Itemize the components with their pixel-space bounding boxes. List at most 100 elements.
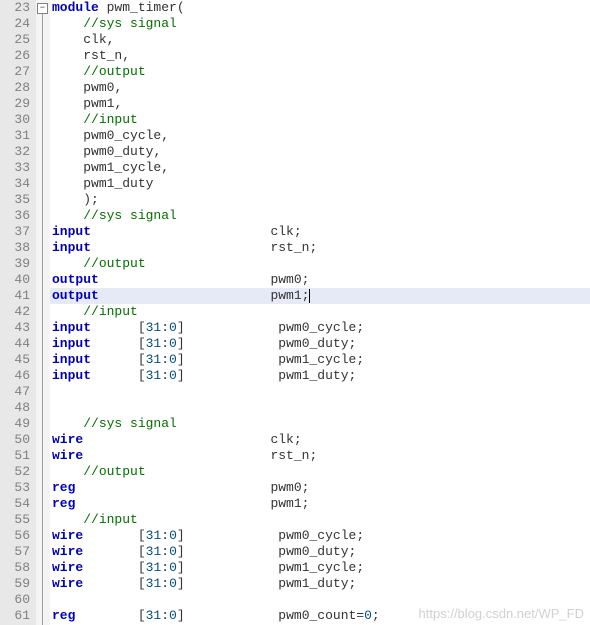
- token-id: rst_n: [83, 48, 122, 63]
- line-number: 39: [4, 256, 30, 272]
- code-line[interactable]: wire [31:0] pwm1_duty;: [50, 576, 590, 592]
- fold-minus-icon[interactable]: −: [37, 3, 48, 14]
- token-pn: (: [177, 0, 185, 15]
- code-line[interactable]: [50, 400, 590, 416]
- token-pn: ]: [177, 560, 185, 575]
- code-line[interactable]: pwm1_cycle,: [50, 160, 590, 176]
- code-line[interactable]: pwm0_duty,: [50, 144, 590, 160]
- line-number: 44: [4, 336, 30, 352]
- code-line[interactable]: input [31:0] pwm1_duty;: [50, 368, 590, 384]
- token-pn: ;: [302, 288, 310, 303]
- token-kw: wire: [52, 432, 83, 447]
- token-pn: [52, 16, 83, 31]
- line-number: 60: [4, 592, 30, 608]
- token-id: pwm0_cycle: [185, 528, 357, 543]
- code-line[interactable]: reg pwm0;: [50, 480, 590, 496]
- code-line[interactable]: //sys signal: [50, 416, 590, 432]
- token-br: 31: [146, 368, 162, 383]
- token-pn: [52, 176, 83, 191]
- token-pn: ]: [177, 336, 185, 351]
- code-line[interactable]: input [31:0] pwm1_cycle;: [50, 352, 590, 368]
- token-cm: //sys signal: [83, 208, 177, 223]
- code-line[interactable]: wire [31:0] pwm1_cycle;: [50, 560, 590, 576]
- token-kw: reg: [52, 496, 75, 511]
- fold-column[interactable]: −: [36, 0, 50, 625]
- line-number: 29: [4, 96, 30, 112]
- line-number: 45: [4, 352, 30, 368]
- line-number: 61: [4, 608, 30, 624]
- code-editor[interactable]: 2324252627282930313233343536373839404142…: [0, 0, 590, 625]
- code-line[interactable]: [50, 384, 590, 400]
- code-line[interactable]: pwm0,: [50, 80, 590, 96]
- token-pn: :: [161, 544, 169, 559]
- line-number: 24: [4, 16, 30, 32]
- code-line[interactable]: //sys signal: [50, 16, 590, 32]
- code-area[interactable]: module pwm_timer( //sys signal clk, rst_…: [50, 0, 590, 625]
- code-line[interactable]: rst_n,: [50, 48, 590, 64]
- code-line[interactable]: wire rst_n;: [50, 448, 590, 464]
- token-cm: //input: [83, 112, 138, 127]
- line-number: 59: [4, 576, 30, 592]
- line-number: 35: [4, 192, 30, 208]
- token-kw: input: [52, 368, 91, 383]
- token-kw: wire: [52, 528, 83, 543]
- code-line[interactable]: clk,: [50, 32, 590, 48]
- code-line[interactable]: output pwm0;: [50, 272, 590, 288]
- code-line[interactable]: [50, 592, 590, 608]
- code-line[interactable]: wire [31:0] pwm0_duty;: [50, 544, 590, 560]
- code-line[interactable]: input [31:0] pwm0_duty;: [50, 336, 590, 352]
- line-number: 40: [4, 272, 30, 288]
- code-line[interactable]: //output: [50, 256, 590, 272]
- code-line[interactable]: wire [31:0] pwm0_cycle;: [50, 528, 590, 544]
- token-pn: ]: [177, 368, 185, 383]
- code-line[interactable]: pwm1,: [50, 96, 590, 112]
- token-id: pwm1_duty: [185, 368, 349, 383]
- token-kw: wire: [52, 560, 83, 575]
- code-line[interactable]: pwm1_duty: [50, 176, 590, 192]
- token-id: pwm0_count=: [185, 608, 364, 623]
- token-id: clk: [83, 432, 294, 447]
- token-id: clk: [91, 224, 294, 239]
- token-br: 31: [146, 336, 162, 351]
- code-line[interactable]: wire clk;: [50, 432, 590, 448]
- token-kw: reg: [52, 608, 75, 623]
- token-pn: ,: [114, 80, 122, 95]
- code-line[interactable]: //input: [50, 304, 590, 320]
- line-number: 55: [4, 512, 30, 528]
- line-number: 52: [4, 464, 30, 480]
- token-br: 0: [169, 528, 177, 543]
- token-pn: [52, 208, 83, 223]
- code-line[interactable]: output pwm1;: [50, 288, 590, 304]
- code-line[interactable]: input clk;: [50, 224, 590, 240]
- code-line[interactable]: input rst_n;: [50, 240, 590, 256]
- line-number: 37: [4, 224, 30, 240]
- token-id: pwm1: [83, 96, 114, 111]
- line-number: 51: [4, 448, 30, 464]
- token-pn: [99, 0, 107, 15]
- code-line[interactable]: //input: [50, 112, 590, 128]
- token-cm: //sys signal: [83, 416, 177, 431]
- token-pn: ;: [302, 496, 310, 511]
- token-pn: [52, 416, 83, 431]
- token-kw: wire: [52, 448, 83, 463]
- code-line[interactable]: );: [50, 192, 590, 208]
- code-line[interactable]: //output: [50, 464, 590, 480]
- code-line[interactable]: input [31:0] pwm0_cycle;: [50, 320, 590, 336]
- token-br: 31: [146, 352, 162, 367]
- code-line[interactable]: module pwm_timer(: [50, 0, 590, 16]
- line-number-gutter: 2324252627282930313233343536373839404142…: [0, 0, 36, 625]
- code-line[interactable]: //input: [50, 512, 590, 528]
- token-id: pwm0: [83, 80, 114, 95]
- token-id: pwm1_duty: [185, 576, 349, 591]
- token-cm: //output: [83, 64, 145, 79]
- token-cm: //output: [83, 256, 145, 271]
- token-pn: ;: [356, 320, 364, 335]
- code-line[interactable]: pwm0_cycle,: [50, 128, 590, 144]
- code-line[interactable]: reg pwm1;: [50, 496, 590, 512]
- token-pn: ,: [161, 128, 169, 143]
- code-line[interactable]: //sys signal: [50, 208, 590, 224]
- code-line[interactable]: reg [31:0] pwm0_count=0;: [50, 608, 590, 624]
- token-pn: :: [161, 336, 169, 351]
- code-line[interactable]: //output: [50, 64, 590, 80]
- token-cm: //sys signal: [83, 16, 177, 31]
